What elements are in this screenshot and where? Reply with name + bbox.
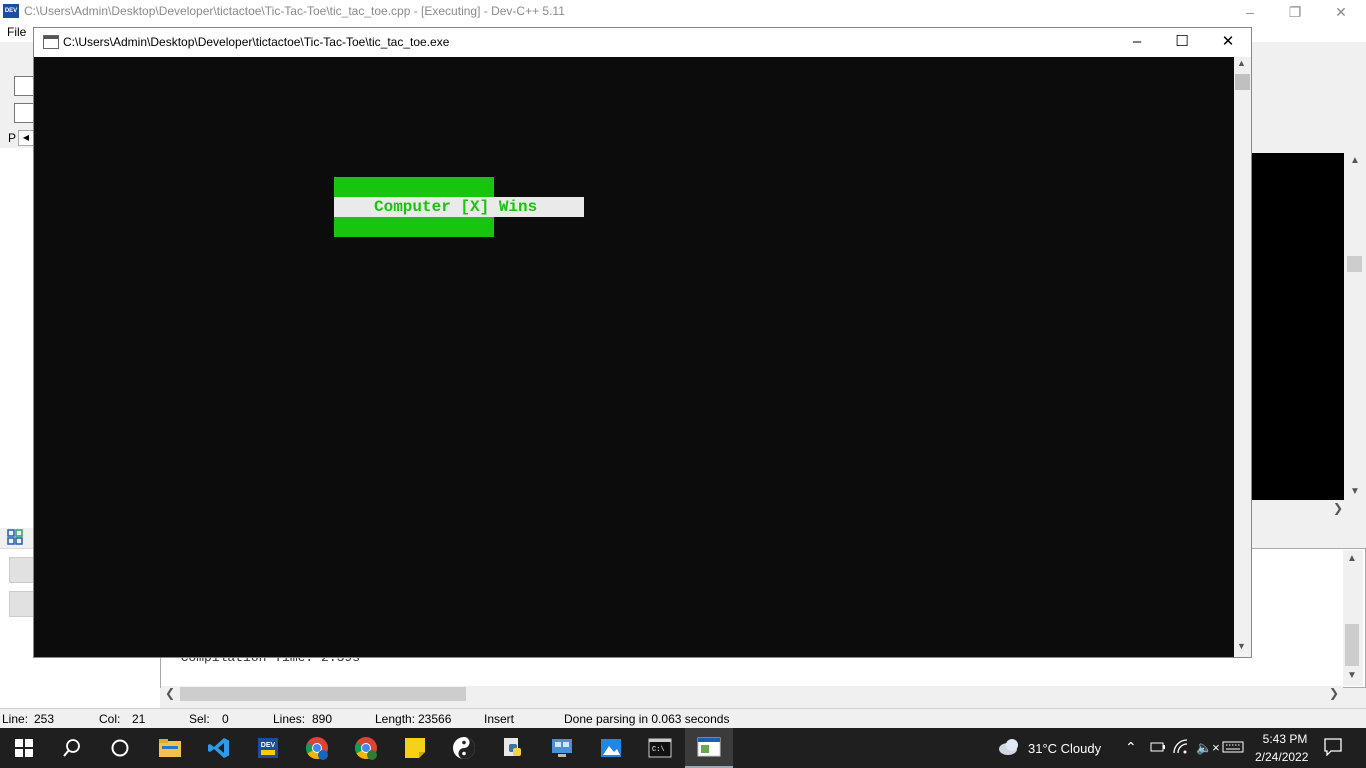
scroll-up-icon[interactable]: ▲ [1350, 155, 1360, 166]
chrome-icon[interactable] [342, 728, 390, 768]
log-horizontal-thumb[interactable] [180, 687, 466, 701]
project-icon[interactable] [14, 103, 34, 123]
console-scroll-up-icon[interactable]: ▲ [1237, 58, 1246, 68]
devcpp-minimize-button[interactable]: – [1227, 0, 1273, 24]
console-app-icon[interactable] [685, 728, 733, 768]
status-col-value: 21 [132, 712, 146, 726]
compiler-tab-icon[interactable] [7, 529, 23, 545]
status-lines-value: 890 [312, 712, 333, 726]
new-file-icon[interactable] [14, 76, 34, 96]
cortana-icon[interactable] [96, 728, 144, 768]
terminal-icon[interactable]: C:\ [636, 728, 684, 768]
status-col-label: Col: [99, 712, 121, 726]
status-length-value: 23566 [418, 712, 452, 726]
status-message: Done parsing in 0.063 seconds [564, 712, 730, 726]
console-close-button[interactable]: ✕ [1205, 28, 1251, 56]
log-scroll-left-icon[interactable]: ❮ [165, 686, 175, 700]
clock-date[interactable]: 2/24/2022 [1255, 750, 1308, 764]
start-icon[interactable] [0, 728, 48, 768]
editor-scroll-thumb[interactable] [1347, 256, 1362, 272]
console-vertical-scrollbar[interactable]: ▲ ▼ [1234, 57, 1251, 657]
status-mode: Insert [484, 712, 515, 726]
battery-icon[interactable] [1150, 741, 1166, 756]
status-sel-label: Sel: [189, 712, 210, 726]
console-scroll-thumb[interactable] [1235, 74, 1250, 90]
log-scroll-up-icon[interactable]: ▲ [1347, 553, 1357, 564]
status-lines-label: Lines: [273, 712, 306, 726]
show-hidden-icons-icon[interactable]: ⌃ [1125, 739, 1137, 756]
editor-horizontal-scrollbar[interactable]: ❯ [1251, 500, 1366, 518]
panel-tab-label[interactable]: P [8, 131, 16, 145]
devcpp-app-icon: DEV [3, 4, 19, 18]
notifications-icon[interactable] [1324, 738, 1342, 759]
devcpp-icon[interactable]: DEV [244, 728, 292, 768]
sticky-notes-icon[interactable] [391, 728, 439, 768]
editor-vertical-scrollbar[interactable]: ▲ ▼ [1344, 153, 1366, 500]
python-icon[interactable] [489, 728, 537, 768]
yin-yang-icon[interactable] [440, 728, 488, 768]
log-vertical-thumb[interactable] [1345, 624, 1359, 666]
vscode-icon[interactable] [195, 728, 243, 768]
console-output-area[interactable] [34, 57, 1234, 657]
search-icon[interactable] [48, 728, 96, 768]
console-minimize-button[interactable]: – [1114, 28, 1160, 56]
wifi-icon[interactable] [1173, 739, 1189, 758]
file-explorer-icon[interactable] [146, 728, 194, 768]
keyboard-icon[interactable] [1222, 741, 1244, 756]
status-length-label: Length: [375, 712, 416, 726]
svg-text:DEV: DEV [261, 742, 276, 749]
menu-file[interactable]: File [7, 25, 26, 39]
abort-compilation-button[interactable] [9, 557, 35, 583]
shorten-paths-button[interactable] [9, 591, 35, 617]
log-scroll-down-icon[interactable]: ▼ [1347, 670, 1357, 681]
status-line-value: 253 [34, 712, 55, 726]
editor-preview-panel [1251, 153, 1344, 500]
project-browser-panel [0, 148, 35, 528]
console-maximize-button[interactable]: ☐ [1159, 28, 1205, 56]
weather-cloud-icon[interactable] [998, 737, 1022, 760]
console-scroll-down-icon[interactable]: ▼ [1237, 641, 1246, 651]
log-scroll-right-icon[interactable]: ❯ [1329, 686, 1339, 700]
screen-icon[interactable] [538, 728, 586, 768]
status-sel-value: 0 [222, 712, 229, 726]
devcpp-restore-button[interactable]: ❐ [1272, 0, 1318, 24]
console-icon-bar [44, 36, 58, 39]
scroll-right-icon[interactable]: ❯ [1333, 501, 1343, 515]
devcpp-window-title: C:\Users\Admin\Desktop\Developer\tictact… [24, 4, 565, 18]
svg-text:C:\: C:\ [652, 746, 665, 754]
scroll-down-icon[interactable]: ▼ [1350, 486, 1360, 497]
photos-icon[interactable] [587, 728, 635, 768]
devcpp-close-button[interactable]: ✕ [1318, 0, 1364, 24]
weather-text[interactable]: 31°C Cloudy [1028, 741, 1101, 756]
result-message: Computer [X] Wins [374, 198, 538, 216]
volume-muted-icon[interactable]: 🔈× [1196, 740, 1220, 756]
chrome-icon[interactable] [293, 728, 341, 768]
status-line-label: Line: [2, 712, 29, 726]
console-window-title: C:\Users\Admin\Desktop\Developer\tictact… [63, 35, 450, 49]
clock-time[interactable]: 5:43 PM [1262, 732, 1308, 746]
panel-scroll-left-icon[interactable]: ◀ [18, 130, 34, 146]
